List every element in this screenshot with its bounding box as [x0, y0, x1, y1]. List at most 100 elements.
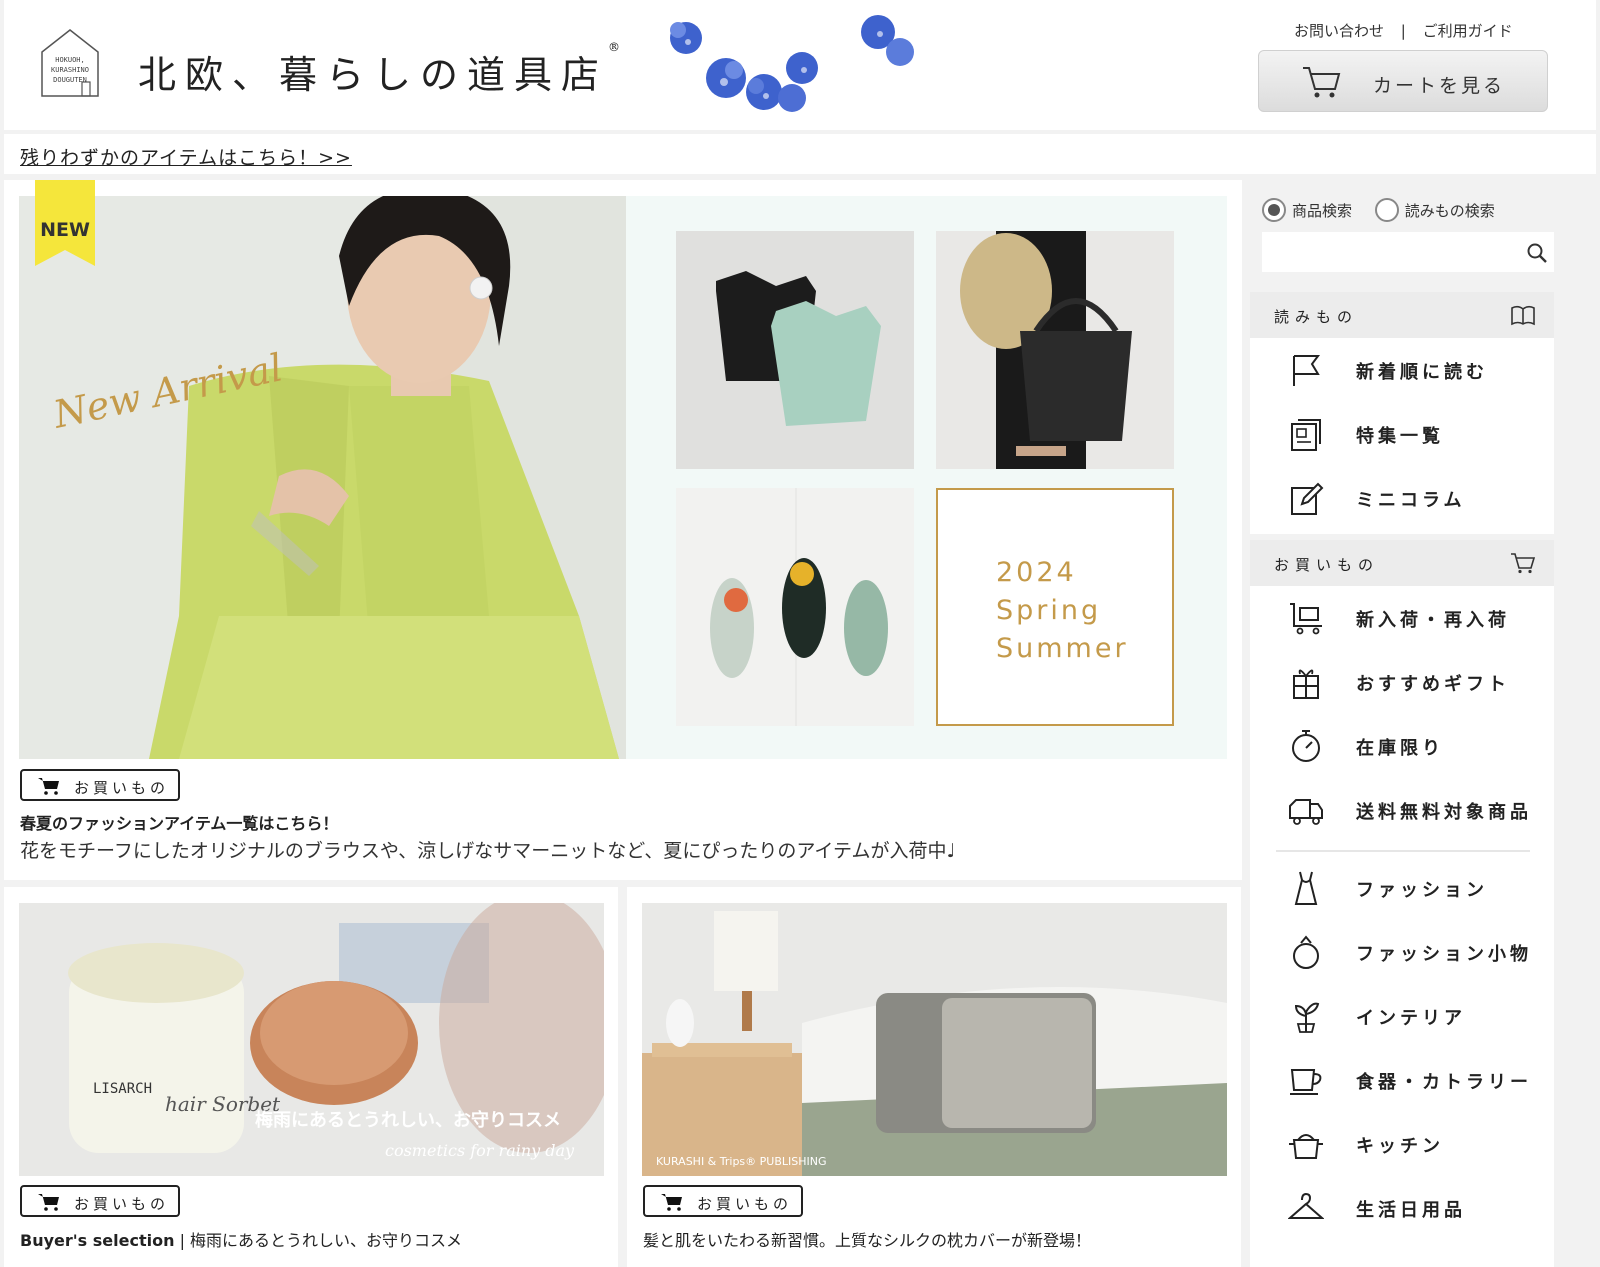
reading-search-label: 読みもの検索: [1404, 201, 1495, 220]
cart-icon: [38, 1194, 59, 1211]
sidebar: 商品検索 読みもの検索 読みもの 新着順に読む 特集一覧 ミニコラム お買いもの…: [1248, 180, 1600, 1267]
truck-icon: [1289, 799, 1323, 825]
menu-label: ミニコラム: [1356, 490, 1466, 511]
cart-icon: [1303, 67, 1341, 98]
spring-summer-2024-tile[interactable]: 2024 Spring Summer: [936, 488, 1174, 726]
menu-fashion[interactable]: ファッション: [1250, 856, 1554, 920]
logo-line-2: KURASHINO: [51, 66, 89, 74]
menu-divider: [1276, 850, 1530, 852]
search-box: [1262, 232, 1554, 272]
logo-line-1: HOKUOH,: [55, 56, 85, 64]
shopping-tag[interactable]: お買いもの: [20, 1185, 180, 1217]
cosmetics-overlay-title: 梅雨にあるとうれしい、お守りコスメ: [255, 1109, 561, 1131]
feature-card-fashion[interactable]: New Arrival NEW 2024 Spring Summer お買いもの…: [4, 180, 1242, 880]
cart-icon: [661, 1194, 682, 1211]
cosmetics-photo[interactable]: LISARCH hair Sorbet 梅雨にあるとうれしい、お守りコスメ co…: [19, 903, 604, 1176]
shopping-panel: お買いもの 新入荷・再入荷 おすすめギフト 在庫限り 送料無料対象商品 ファッシ…: [1250, 540, 1554, 1267]
hanger-icon: [1288, 1192, 1324, 1219]
menu-label: インテリア: [1356, 1008, 1466, 1029]
menu-free-shipping[interactable]: 送料無料対象商品: [1250, 778, 1554, 842]
cart-icon: [38, 778, 59, 795]
registered-mark: ®: [608, 40, 621, 54]
shopping-tag-label: お買いもの: [697, 1195, 793, 1213]
season-year: 2024: [996, 557, 1077, 588]
menu-interior[interactable]: インテリア: [1250, 984, 1554, 1048]
woven-tote-photo[interactable]: [936, 231, 1174, 469]
menu-label: 食器・カトラリー: [1356, 1072, 1532, 1093]
hero-title[interactable]: 春夏のファッションアイテム一覧はこちら！: [20, 810, 338, 834]
new-badge-label: NEW: [40, 219, 90, 241]
book-icon: [1511, 305, 1535, 326]
hero-photo[interactable]: New Arrival: [19, 196, 626, 759]
cart-icon: [1511, 553, 1536, 574]
guide-link[interactable]: ご利用ガイド: [1423, 20, 1513, 41]
contact-link[interactable]: お問い合わせ: [1294, 20, 1384, 41]
season-word-2: Summer: [996, 633, 1129, 664]
menu-label: ファッション小物: [1356, 944, 1532, 965]
pillowcase-card-title[interactable]: 髪と肌をいたわる新習慣。上質なシルクの枕カバーが新登場！: [643, 1227, 1091, 1251]
menu-read-newest[interactable]: 新着順に読む: [1250, 338, 1554, 402]
cup-icon: [1290, 1069, 1322, 1095]
feature-card-pillowcase[interactable]: KURASHI & Trips® PUBLISHING お買いもの 髪と肌をいた…: [627, 887, 1241, 1267]
publishing-credit: KURASHI & Trips® PUBLISHING: [656, 1155, 827, 1168]
menu-gifts[interactable]: おすすめギフト: [1250, 650, 1554, 714]
brand-name[interactable]: 北欧、暮らしの道具店: [138, 53, 608, 97]
logo-line-3: DOUGUTEN: [53, 76, 87, 84]
cart-box-icon: [1290, 603, 1322, 635]
shopping-tag[interactable]: お買いもの: [643, 1185, 803, 1217]
limited-items-link[interactable]: 残りわずかのアイテムはこちら！>>: [20, 143, 352, 170]
site-logo[interactable]: HOKUOH, KURASHINO DOUGUTEN: [38, 26, 102, 98]
menu-label: 特集一覧: [1356, 426, 1444, 447]
menu-mini-column[interactable]: ミニコラム: [1250, 466, 1554, 530]
shopping-tag[interactable]: お買いもの: [20, 769, 180, 801]
brand-title[interactable]: 北欧、暮らしの道具店®: [138, 40, 620, 99]
cosmetics-overlay-subtitle: cosmetics for rainy day: [385, 1141, 575, 1160]
product-search-label: 商品検索: [1292, 201, 1353, 220]
search-mode-radios: 商品検索 読みもの検索: [1262, 198, 1513, 222]
link-separator: |: [1400, 22, 1406, 40]
feature-card-cosmetics[interactable]: LISARCH hair Sorbet 梅雨にあるとうれしい、お守りコスメ co…: [4, 887, 618, 1267]
reading-panel-header: 読みもの: [1250, 292, 1554, 338]
hero-description: 花をモチーフにしたオリジナルのブラウスや、涼しげなサマーニットなど、夏にぴったり…: [20, 840, 956, 862]
menu-fashion-accessories[interactable]: ファッション小物: [1250, 920, 1554, 984]
knit-vests-photo[interactable]: [676, 231, 914, 469]
menu-daily-goods[interactable]: 生活日用品: [1250, 1176, 1554, 1240]
reading-panel: 読みもの 新着順に読む 特集一覧 ミニコラム: [1250, 292, 1554, 534]
site-header: HOKUOH, KURASHINO DOUGUTEN 北欧、暮らしの道具店® お…: [4, 0, 1596, 130]
season-word-1: Spring: [996, 595, 1102, 626]
view-cart-label: カートを見る: [1373, 75, 1506, 97]
search-input[interactable]: [1262, 232, 1512, 272]
menu-features[interactable]: 特集一覧: [1250, 402, 1554, 466]
pillowcase-photo[interactable]: KURASHI & Trips® PUBLISHING: [642, 903, 1227, 1176]
menu-label: 新入荷・再入荷: [1356, 610, 1510, 631]
menu-label: 生活日用品: [1356, 1200, 1466, 1221]
product-search-radio[interactable]: 商品検索: [1262, 198, 1352, 222]
menu-label: キッチン: [1356, 1136, 1444, 1157]
shopping-tag-label: お買いもの: [74, 779, 170, 797]
gift-icon: [1293, 669, 1319, 699]
reading-search-radio[interactable]: 読みもの検索: [1374, 198, 1495, 222]
menu-tableware[interactable]: 食器・カトラリー: [1250, 1048, 1554, 1112]
utility-links: お問い合わせ | ご利用ガイド: [1294, 20, 1513, 41]
shopping-tag-label: お買いもの: [74, 1195, 170, 1213]
edit-icon: [1291, 482, 1324, 515]
notice-bar: 残りわずかのアイテムはこちら！>>: [4, 134, 1596, 174]
menu-kitchen[interactable]: キッチン: [1250, 1112, 1554, 1176]
cosmetics-card-title[interactable]: Buyer's selection | 梅雨にあるとうれしい、お守りコスメ: [20, 1227, 462, 1251]
menu-label: 送料無料対象商品: [1356, 802, 1532, 823]
radio-unselected-icon[interactable]: [1374, 198, 1399, 222]
cosmetics-title-text: 梅雨にあるとうれしい、お守りコスメ: [190, 1231, 463, 1250]
shopping-header-label: お買いもの: [1274, 556, 1380, 574]
season-label: 2024 Spring Summer: [996, 554, 1129, 668]
menu-label: ファッション: [1356, 880, 1488, 901]
sandals-photo[interactable]: [676, 488, 914, 726]
hero-collage[interactable]: 2024 Spring Summer: [626, 196, 1227, 759]
menu-limited-stock[interactable]: 在庫限り: [1250, 714, 1554, 778]
shopping-panel-header: お買いもの: [1250, 540, 1554, 586]
radio-selected-icon[interactable]: [1262, 198, 1286, 222]
menu-new-arrivals[interactable]: 新入荷・再入荷: [1250, 586, 1554, 650]
view-cart-button[interactable]: カートを見る: [1258, 50, 1548, 112]
search-icon[interactable]: [1526, 242, 1548, 264]
newspaper-icon: [1291, 419, 1321, 451]
menu-label: おすすめギフト: [1356, 674, 1510, 695]
